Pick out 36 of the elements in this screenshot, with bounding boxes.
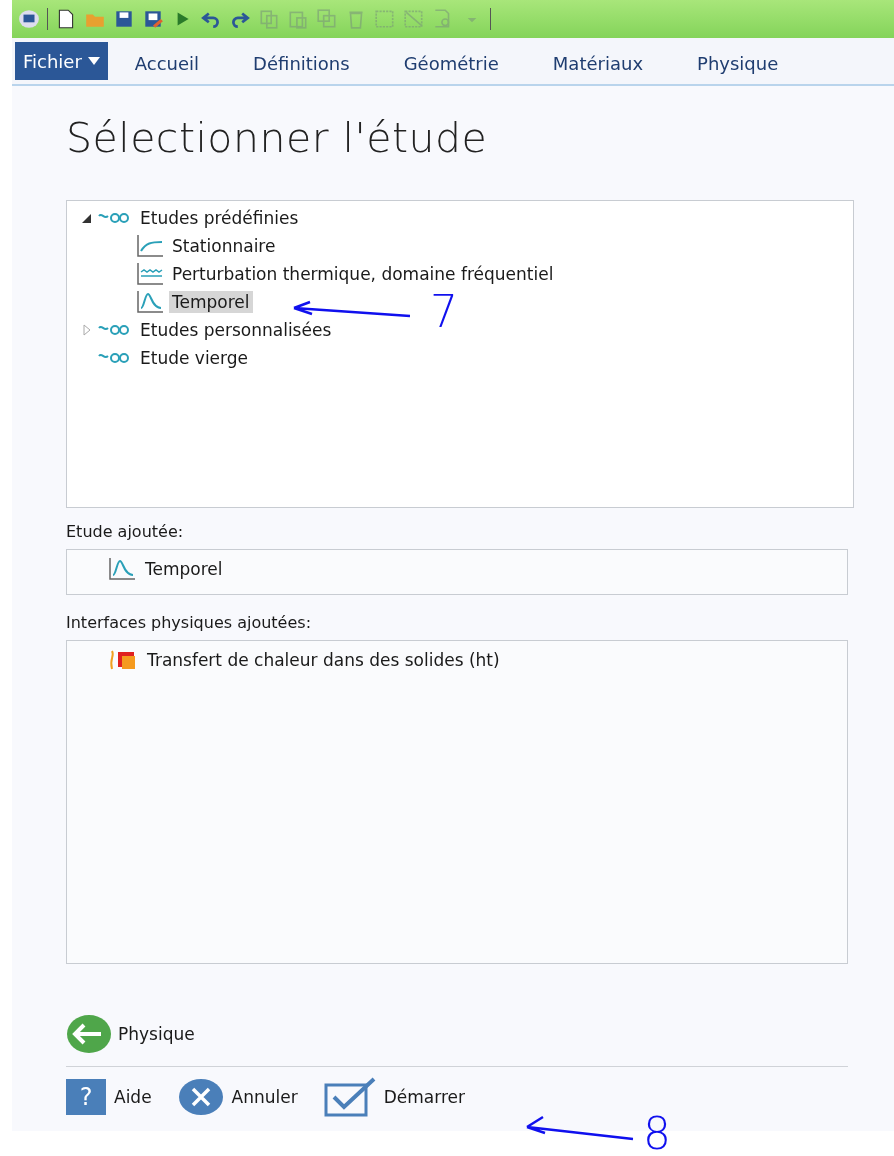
expand-icon[interactable] [81, 324, 93, 336]
close-icon [177, 1078, 224, 1116]
tree-item[interactable]: Etudes prédéfinies [137, 207, 302, 229]
tree-item[interactable]: Etudes personnalisées [137, 319, 335, 341]
section-label: Interfaces physiques ajoutées: [66, 613, 313, 632]
help-icon: ? [66, 1079, 106, 1115]
window-icon[interactable] [18, 8, 40, 30]
ribbon-tab[interactable]: Accueil [107, 46, 227, 80]
file-menu-button[interactable]: Fichier [15, 42, 108, 80]
ribbon-tab[interactable]: Géométrie [376, 46, 526, 80]
list-item: Temporel [144, 558, 224, 580]
checkbox-icon [323, 1077, 376, 1117]
wave-chart-icon [135, 262, 165, 286]
page-title: Sélectionner l'étude [66, 114, 489, 162]
peak-chart-icon [135, 290, 165, 314]
ribbon-tab[interactable]: Physique [670, 46, 806, 80]
start-button[interactable]: Démarrer [323, 1077, 465, 1117]
caret-icon [87, 57, 100, 65]
curve-chart-icon [135, 234, 165, 258]
section-label: Etude ajoutée: [66, 522, 185, 541]
ribbon-tab[interactable]: Matériaux [525, 46, 671, 80]
collapse-icon[interactable] [81, 212, 93, 224]
help-button[interactable]: ? Aide [66, 1079, 152, 1115]
peak-chart-icon [107, 557, 137, 581]
save-as-icon[interactable] [142, 8, 164, 30]
handwritten-number: 7 [430, 290, 458, 334]
save-icon[interactable] [113, 8, 135, 30]
ribbon-tab[interactable]: Définitions [226, 46, 377, 80]
tree-item[interactable]: Stationnaire [169, 235, 279, 257]
list-item: Transfert de chaleur dans des solides (ht) [146, 649, 501, 671]
tree-item[interactable]: Temporel [169, 291, 253, 313]
cancel-button[interactable]: Annuler [177, 1078, 298, 1116]
back-button[interactable]: Physique [66, 1014, 195, 1054]
handwritten-number: 8 [643, 1112, 671, 1156]
tree-item[interactable]: Perturbation thermique, domaine fréquentiel [169, 263, 557, 285]
tree-item[interactable]: Etude vierge [137, 347, 252, 369]
